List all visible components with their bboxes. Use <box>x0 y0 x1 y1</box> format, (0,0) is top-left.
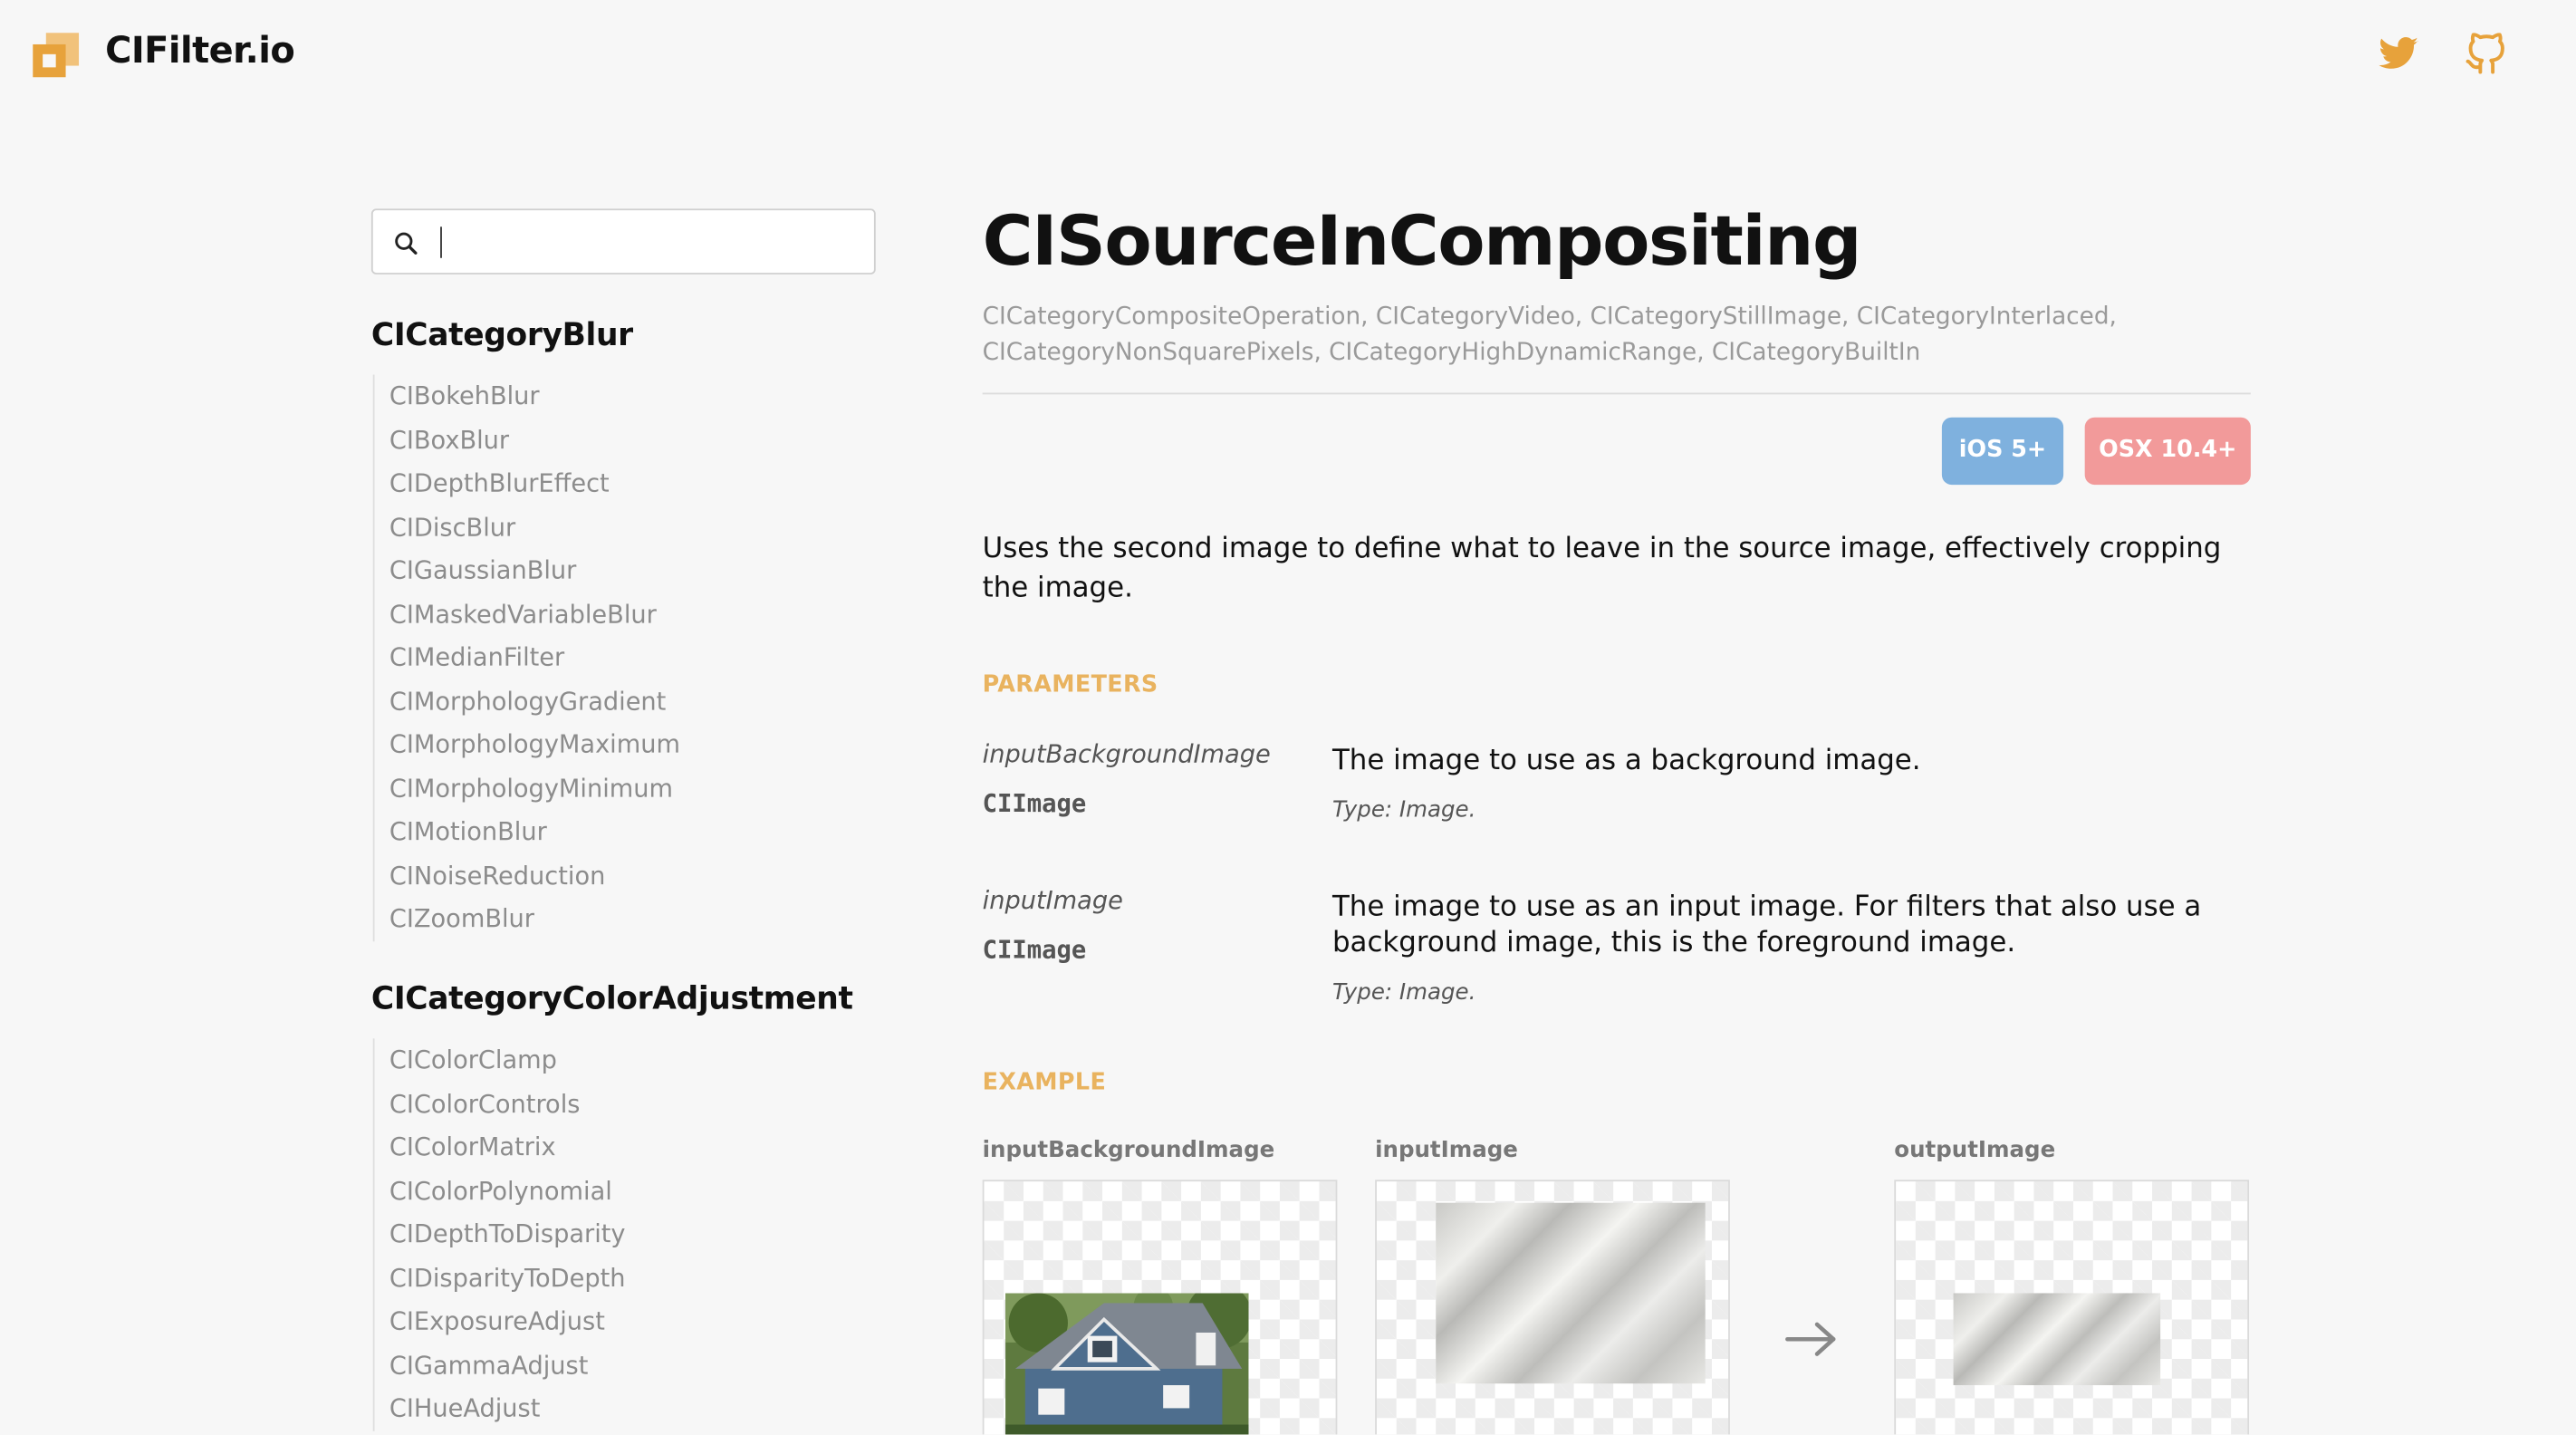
example-label: inputImage <box>1375 1137 1518 1164</box>
sidebar-item[interactable]: CIMorphologyGradient <box>389 679 680 723</box>
sidebar-item[interactable]: CIDiscBlur <box>389 506 680 549</box>
github-icon[interactable] <box>2465 33 2507 75</box>
twitter-icon[interactable] <box>2378 33 2420 75</box>
search-icon <box>395 232 418 255</box>
param-description: The image to use as a background image. <box>1331 744 1921 777</box>
param-type: CIImage <box>982 788 1087 819</box>
page: CIFilter.io CICategoryBlur CIBokehBlur C… <box>0 0 2576 1435</box>
sidebar-item[interactable]: CINoiseReduction <box>389 853 680 897</box>
sidebar-item[interactable]: CIGaussianBlur <box>389 549 680 592</box>
divider <box>982 392 2251 395</box>
filter-description: Uses the second image to define what to … <box>982 532 2222 605</box>
text-caret <box>440 226 442 258</box>
page-title: CISourceInCompositing <box>982 200 1862 282</box>
sidebar-item[interactable]: CIDepthToDisparity <box>389 1213 626 1257</box>
sidebar-item[interactable]: CIMorphologyMaximum <box>389 723 680 766</box>
sidebar-item[interactable]: CIMedianFilter <box>389 636 680 679</box>
osx-version-badge: OSX 10.4+ <box>2084 417 2251 486</box>
sidebar-item[interactable]: CIGammaAdjust <box>389 1344 626 1387</box>
crumpled-paper-image <box>1436 1202 1706 1384</box>
param-meta: Type: Image. <box>1331 796 1476 823</box>
sidebar-item[interactable]: CIDisparityToDepth <box>389 1257 626 1300</box>
param-type: CIImage <box>982 935 1087 965</box>
category-title-color-adjustment[interactable]: CICategoryColorAdjustment <box>371 981 853 1017</box>
house-photo <box>1005 1293 1249 1435</box>
parameters-heading: PARAMETERS <box>982 671 1158 698</box>
example-label: outputImage <box>1894 1137 2056 1164</box>
sidebar-item[interactable]: CIColorPolynomial <box>389 1170 626 1213</box>
example-heading: EXAMPLE <box>982 1069 1107 1096</box>
arrow-right-icon <box>1785 1322 1836 1356</box>
sidebar-item[interactable]: CIColorMatrix <box>389 1125 626 1169</box>
param-meta: Type: Image. <box>1331 979 1476 1006</box>
sidebar-item[interactable]: CIColorControls <box>389 1082 626 1125</box>
category-title-blur[interactable]: CICategoryBlur <box>371 317 633 353</box>
filter-categories: CICategoryCompositeOperation, CICategory… <box>982 303 2117 367</box>
cropped-paper-image <box>1953 1293 2161 1386</box>
sidebar-item[interactable]: CIColorClamp <box>389 1038 626 1082</box>
example-background-image <box>982 1180 1338 1435</box>
search-input[interactable] <box>435 223 861 264</box>
sidebar-item[interactable]: CIDepthBlurEffect <box>389 462 680 506</box>
sidebar-item[interactable]: CIMotionBlur <box>389 810 680 853</box>
param-name: inputBackgroundImage <box>982 739 1271 769</box>
sidebar-item[interactable]: CIZoomBlur <box>389 897 680 940</box>
sidebar-item[interactable]: CIBokehBlur <box>389 375 680 419</box>
logo-icon[interactable] <box>33 33 80 79</box>
ios-version-badge: iOS 5+ <box>1941 417 2064 486</box>
param-description: The image to use as an input image. For … <box>1331 891 2202 960</box>
sidebar-item[interactable]: CIBoxBlur <box>389 419 680 462</box>
param-name: inputImage <box>982 885 1123 916</box>
sidebar-item[interactable]: CIHueAdjust <box>389 1387 626 1430</box>
sidebar-item[interactable]: CIMaskedVariableBlur <box>389 592 680 636</box>
sidebar-item[interactable]: CIExposureAdjust <box>389 1300 626 1344</box>
example-input-image <box>1375 1180 1730 1435</box>
search-box[interactable] <box>370 208 876 274</box>
category-list-blur: CIBokehBlur CIBoxBlur CIDepthBlurEffect … <box>372 374 680 941</box>
category-list-color-adjustment: CIColorClamp CIColorControls CIColorMatr… <box>372 1038 626 1430</box>
sidebar-item[interactable]: CIMorphologyMinimum <box>389 766 680 810</box>
example-output-image <box>1894 1180 2250 1435</box>
example-label: inputBackgroundImage <box>982 1137 1275 1164</box>
brand-title[interactable]: CIFilter.io <box>105 31 295 72</box>
